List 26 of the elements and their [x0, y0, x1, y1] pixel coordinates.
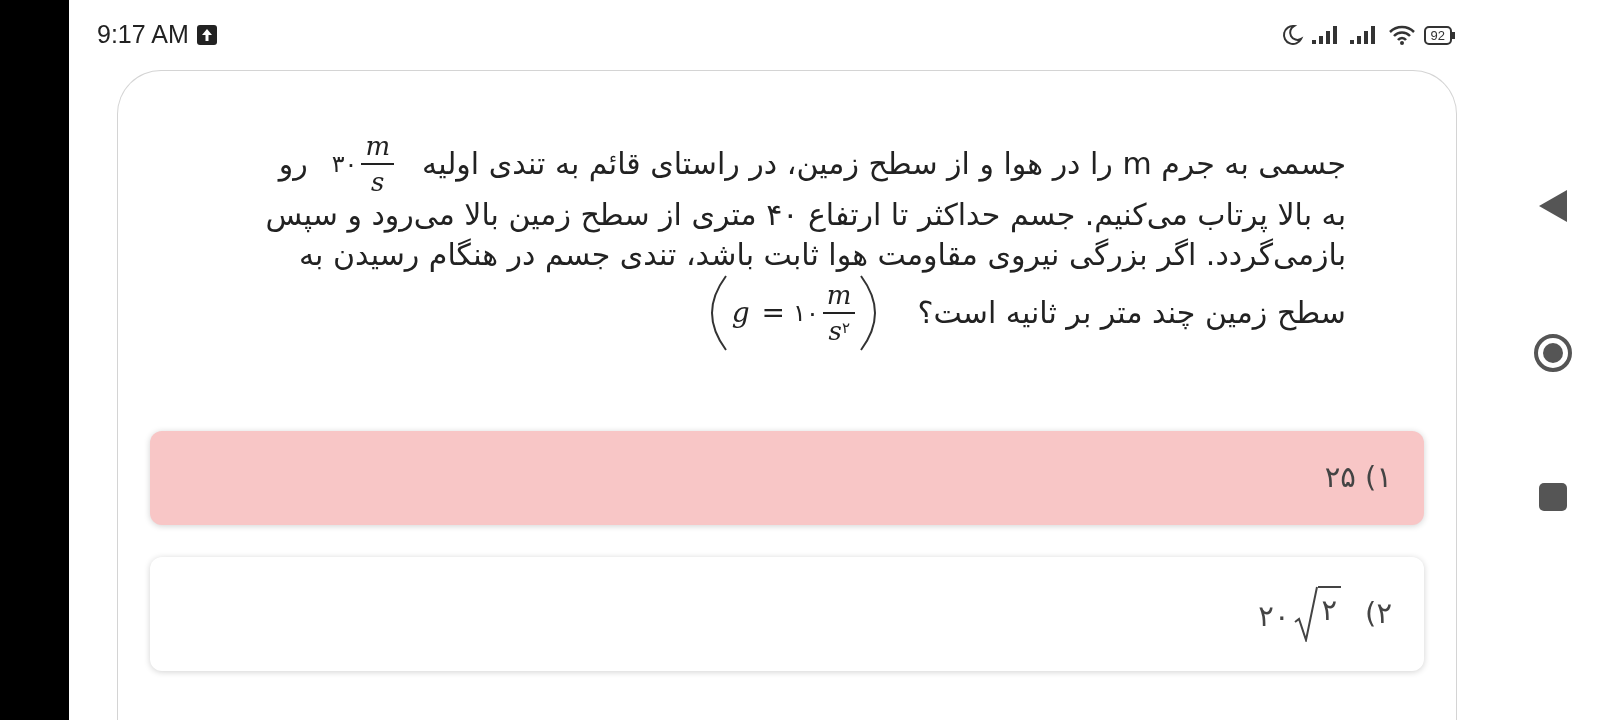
- home-icon[interactable]: [1532, 333, 1573, 373]
- coefficient: ۲۰: [1258, 597, 1290, 635]
- question-text: به بالا پرتاب می‌کنیم. جسم حداکثر تا ارتفاع ۴۰ متری از سطح زمین بالا می‌رود و سپس: [265, 196, 1346, 235]
- question-text: رو: [278, 145, 308, 184]
- right-paren-icon: [859, 275, 878, 351]
- coefficient: ۱۰: [793, 298, 819, 329]
- wifi-icon: [1387, 24, 1416, 46]
- radical-icon: [1293, 586, 1318, 642]
- status-time: 9:17 AM: [97, 19, 189, 51]
- question-text: جسمی به جرم m را در هوا و از سطح زمین، در راستای قائم به تندی اولیه: [422, 145, 1346, 184]
- question-text: بازمی‌گردد. اگر بزرگی نیروی مقاومت هوا ثابت باشد، تندی جسم در هنگام رسیدن به: [298, 236, 1346, 275]
- coefficient: ۳۰: [331, 149, 358, 180]
- recent-apps-icon[interactable]: [1538, 483, 1567, 511]
- back-icon[interactable]: [1537, 189, 1568, 223]
- option-text: ۱) ۲۵: [1324, 459, 1392, 497]
- answer-option[interactable]: ۲) ۲۰ ۲: [150, 557, 1424, 671]
- left-paren-icon: [709, 275, 728, 351]
- upload-icon: [196, 25, 217, 45]
- radicand: ۲: [1317, 586, 1342, 632]
- option-label: ۲): [1365, 595, 1392, 633]
- battery-icon: 92: [1423, 25, 1455, 45]
- answer-option[interactable]: ۱) ۲۵: [150, 431, 1424, 525]
- variable: g: [731, 295, 750, 331]
- equals-sign: =: [761, 295, 786, 331]
- question-text: سطح زمین چند متر بر ثانیه است؟: [917, 294, 1346, 333]
- fraction: m s: [361, 133, 395, 195]
